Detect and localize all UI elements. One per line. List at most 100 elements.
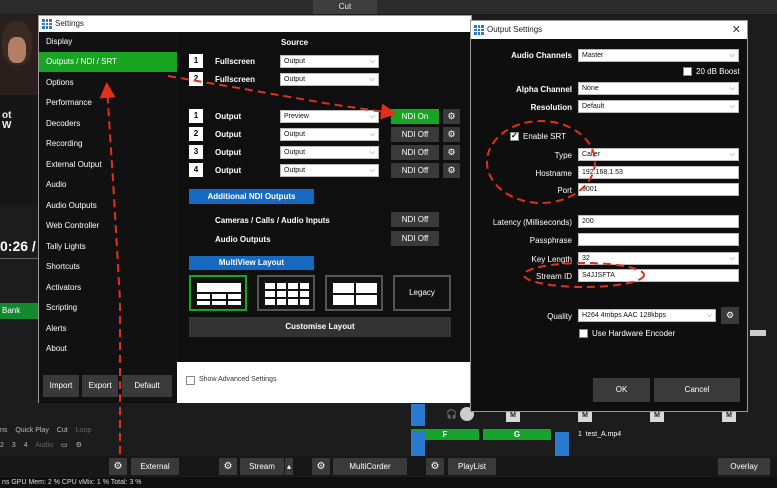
import-button[interactable]: Import [43,375,79,397]
tab-loop[interactable]: Loop [76,427,92,434]
settings-titlebar[interactable]: Settings [39,16,471,32]
playlist-settings-gear-icon[interactable]: ⚙ [426,458,444,475]
quality-settings-gear-icon[interactable]: ⚙ [721,307,739,324]
nav-outputs-ndi-srt[interactable]: Outputs / NDI / SRT [39,52,177,72]
input-3-button[interactable]: 3 [12,442,16,449]
nav-shortcuts[interactable]: Shortcuts [39,257,177,277]
nav-activators[interactable]: Activators [39,278,177,298]
export-button[interactable]: Export [82,375,118,397]
nav-options[interactable]: Options [39,73,177,93]
audio-outputs-ndi-button[interactable]: NDI Off [391,231,439,246]
stream-id-input[interactable]: S4JJSFTA [578,269,739,282]
boost-label: 20 dB Boost [696,67,740,76]
nav-display[interactable]: Display [39,32,177,52]
show-advanced-checkbox[interactable] [186,376,195,385]
external-button[interactable]: External [131,458,179,475]
output-label: Output [215,130,242,139]
additional-ndi-outputs-button[interactable]: Additional NDI Outputs [189,189,314,204]
fullscreen-number: 2 [189,72,203,86]
tab-ns[interactable]: ns [0,427,7,434]
latency-input[interactable]: 200 [578,215,739,228]
output-settings-gear-icon[interactable]: ⚙ [443,145,460,160]
bank-tab[interactable]: Bank [0,303,40,319]
legacy-layout-button[interactable]: Legacy [393,275,451,311]
nav-audio[interactable]: Audio [39,175,177,195]
multicorder-button[interactable]: MultiCorder [333,458,407,475]
nav-external-output[interactable]: External Output [39,155,177,175]
nav-performance[interactable]: Performance [39,93,177,113]
alpha-channel-label: Alpha Channel [515,85,572,94]
port-input[interactable]: 9001 [578,183,739,196]
seek-bar[interactable] [0,258,40,264]
quality-select[interactable]: H264 4mbps AAC 128kbps ⌵ [578,309,716,322]
playlist-track[interactable]: 1 test_A.mp4 [578,431,621,438]
hostname-label: Hostname [535,169,572,178]
layout-option-1[interactable] [189,275,247,311]
boost-checkbox[interactable] [683,67,692,76]
stream-button[interactable]: Stream [240,458,284,475]
gear-icon[interactable]: ⚙ [76,442,82,449]
ndi-toggle-button[interactable]: NDI Off [391,145,439,160]
nav-web-controller[interactable]: Web Controller [39,216,177,236]
playlist-button[interactable]: PlayList [448,458,496,475]
fullscreen-source-select[interactable]: Output ⌵ [280,55,379,68]
output-source-select[interactable]: Output ⌵ [280,128,379,141]
select-value: H264 4mbps AAC 128kbps [582,312,667,319]
main-toolbar [0,0,777,14]
external-settings-gear-icon[interactable]: ⚙ [109,458,127,475]
nav-about[interactable]: About [39,339,177,359]
key-length-select[interactable]: 32 ⌵ [578,252,739,265]
hostname-input[interactable]: 192.168.1.53 [578,166,739,179]
chevron-down-icon: ⌵ [369,76,375,83]
stream-settings-gear-icon[interactable]: ⚙ [219,458,237,475]
hardware-encoder-checkbox[interactable] [579,329,588,338]
output-settings-gear-icon[interactable]: ⚙ [443,163,460,178]
cameras-ndi-button[interactable]: NDI Off [391,212,439,227]
nav-tally-lights[interactable]: Tally Lights [39,237,177,257]
nav-alerts[interactable]: Alerts [39,319,177,339]
overlay-button[interactable]: Overlay [718,458,770,475]
input-number-row: 2 3 4 Audio ▭ ⚙ [0,441,110,453]
layout-option-3[interactable] [325,275,383,311]
tab-cut[interactable]: Cut [57,427,68,434]
scrollbar-thumb[interactable] [750,330,766,336]
layout-option-2[interactable] [257,275,315,311]
passphrase-input[interactable] [578,233,739,246]
bus-g[interactable]: G [483,429,551,440]
monitor-icon[interactable]: ▭ [61,442,68,449]
nav-audio-outputs[interactable]: Audio Outputs [39,196,177,216]
fullscreen-source-select[interactable]: Output ⌵ [280,73,379,86]
output-source-select[interactable]: Output ⌵ [280,164,379,177]
ndi-toggle-button[interactable]: NDI On [391,109,439,124]
alpha-channel-select[interactable]: None ⌵ [578,82,739,95]
ndi-toggle-button[interactable]: NDI Off [391,163,439,178]
output-source-select[interactable]: Preview ⌵ [280,110,379,123]
output-settings-gear-icon[interactable]: ⚙ [443,109,460,124]
customise-layout-button[interactable]: Customise Layout [189,317,451,337]
cut-button[interactable]: Cut [313,0,377,14]
tab-quick-play[interactable]: Quick Play [15,427,48,434]
default-button[interactable]: Default [122,375,172,397]
show-advanced-label: Show Advanced Settings [199,376,277,383]
multicorder-settings-gear-icon[interactable]: ⚙ [312,458,330,475]
enable-srt-checkbox[interactable] [510,131,519,141]
input-2-button[interactable]: 2 [0,442,4,449]
output-source-select[interactable]: Output ⌵ [280,146,379,159]
output-label: Output [215,112,242,121]
stream-dropdown-icon[interactable]: ▴ [285,458,293,475]
ndi-toggle-button[interactable]: NDI Off [391,127,439,142]
close-icon[interactable]: ✕ [732,21,741,39]
input-4-button[interactable]: 4 [24,442,28,449]
resolution-select[interactable]: Default ⌵ [578,100,739,113]
audio-channels-select[interactable]: Master ⌵ [578,49,739,62]
nav-scripting[interactable]: Scripting [39,298,177,318]
cancel-button[interactable]: Cancel [654,378,740,402]
nav-recording[interactable]: Recording [39,134,177,154]
srt-type-select[interactable]: Caller ⌵ [578,148,739,161]
ok-button[interactable]: OK [593,378,650,402]
nav-decoders[interactable]: Decoders [39,114,177,134]
output-settings-gear-icon[interactable]: ⚙ [443,127,460,142]
headphones-icon[interactable]: 🎧 [446,409,457,420]
output-settings-titlebar[interactable]: Output Settings [471,21,747,39]
audio-button[interactable]: Audio [35,442,53,449]
